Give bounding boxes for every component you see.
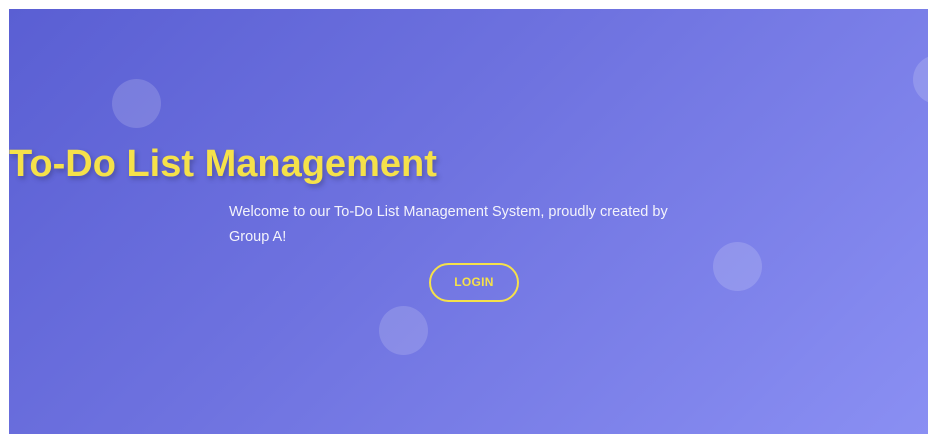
- login-button[interactable]: LOGIN: [429, 263, 519, 302]
- decorative-bubble: [379, 306, 428, 355]
- hero-section: To-Do List Management Welcome to our To-…: [9, 9, 928, 434]
- welcome-text: Welcome to our To-Do List Management Sys…: [229, 204, 668, 245]
- decorative-bubble: [713, 242, 762, 291]
- page-title: To-Do List Management: [9, 143, 437, 185]
- decorative-bubble: [913, 55, 928, 104]
- decorative-bubble: [112, 79, 161, 128]
